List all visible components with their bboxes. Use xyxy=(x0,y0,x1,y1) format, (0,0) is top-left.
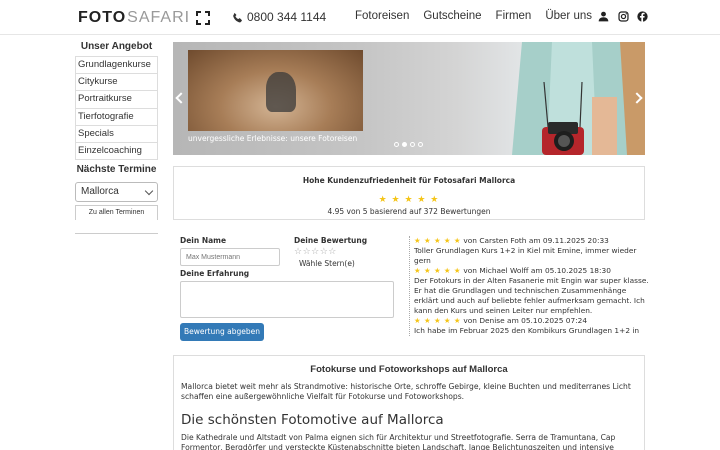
rating-input-stars[interactable]: ☆☆☆☆☆ xyxy=(294,247,337,257)
review-stars: ★ ★ ★ ★ ★ xyxy=(414,236,462,245)
elephant-photo xyxy=(188,50,363,131)
content-title: Fotokurse und Fotoworkshops auf Mallorca xyxy=(310,364,508,375)
rating-summary: Hohe Kundenzufriedenheit für Fotosafari … xyxy=(173,166,645,220)
all-dates-button[interactable]: Zu allen Terminen xyxy=(75,205,158,221)
main-nav: Fotoreisen Gutscheine Firmen Über uns xyxy=(355,10,592,22)
location-select[interactable]: Mallorca xyxy=(75,182,158,203)
sidebar: Unser Angebot Grundlagenkurse Citykurse … xyxy=(75,41,158,235)
name-input[interactable] xyxy=(180,248,280,266)
site-logo[interactable]: FOTO SAFARI xyxy=(78,9,211,27)
review-text: Ich habe im Februar 2025 den Kombikurs G… xyxy=(414,326,640,335)
review-form: Dein Name Deine Bewertung ☆☆☆☆☆ Wähle St… xyxy=(180,236,405,346)
slider-dot[interactable] xyxy=(394,142,399,147)
nav-item-firmen[interactable]: Firmen xyxy=(496,10,532,22)
photographer-image xyxy=(512,42,645,155)
sidebar-item-tierfotografie[interactable]: Tierfotografie xyxy=(75,108,158,126)
location-select-value: Mallorca xyxy=(81,186,119,198)
phone-number: 0800 344 1144 xyxy=(247,10,327,24)
review-meta: von Carsten Foth am 09.11.2025 20:33 xyxy=(463,236,609,245)
review-item: ★ ★ ★ ★ ★ von Denise am 05.10.2025 07:24… xyxy=(414,316,652,336)
nav-item-gutscheine[interactable]: Gutscheine xyxy=(423,10,481,22)
hero-slider[interactable]: unvergessliche Erlebnisse: unsere Fotore… xyxy=(173,42,645,155)
nav-item-ueber-uns[interactable]: Über uns xyxy=(545,10,592,22)
review-stars: ★ ★ ★ ★ ★ xyxy=(414,316,462,325)
slider-dot-active[interactable] xyxy=(402,142,407,147)
slider-prev-icon[interactable] xyxy=(175,92,187,104)
experience-label: Deine Erfahrung xyxy=(180,269,250,278)
content-box: Fotokurse und Fotoworkshops auf Mallorca… xyxy=(173,355,645,450)
sidebar-divider xyxy=(75,233,158,235)
phone-icon xyxy=(233,12,242,22)
chevron-down-icon xyxy=(144,186,154,196)
review-text: Der Fotokurs in der Alten Fasanerie mit … xyxy=(414,276,649,315)
logo-text-bold: FOTO xyxy=(78,9,127,26)
slider-dot[interactable] xyxy=(418,142,423,147)
slider-dot[interactable] xyxy=(410,142,415,147)
sidebar-title-offers: Unser Angebot xyxy=(80,41,153,52)
sidebar-item-grundlagenkurse[interactable]: Grundlagenkurse xyxy=(75,57,158,75)
phone-link[interactable]: 0800 344 1144 xyxy=(232,10,326,24)
content-paragraph: Die Kathedrale und Altstadt von Palma ei… xyxy=(181,433,616,450)
content-heading: Die schönsten Fotomotive auf Mallorca xyxy=(181,412,444,428)
facebook-icon[interactable] xyxy=(637,11,648,22)
sidebar-item-portraitkurse[interactable]: Portraitkurse xyxy=(75,91,158,109)
instagram-icon[interactable] xyxy=(618,11,629,22)
rating-hint: Wähle Stern(e) xyxy=(299,259,355,268)
sidebar-item-specials[interactable]: Specials xyxy=(75,125,158,143)
nav-item-fotoreisen[interactable]: Fotoreisen xyxy=(355,10,409,22)
review-list: ★ ★ ★ ★ ★ von Carsten Foth am 09.11.2025… xyxy=(409,236,652,336)
logo-text-light: SAFARI xyxy=(127,9,191,26)
name-label: Dein Name xyxy=(180,236,227,245)
sidebar-item-citykurse[interactable]: Citykurse xyxy=(75,74,158,92)
logo-frame-icon xyxy=(196,11,211,25)
slider-caption: unvergessliche Erlebnisse: unsere Fotore… xyxy=(188,134,358,143)
sidebar-title-dates: Nächste Termine xyxy=(76,164,157,176)
rating-summary-text: 4.95 von 5 basierend auf 372 Bewertungen xyxy=(327,207,491,216)
user-icon[interactable] xyxy=(598,11,609,22)
offer-list: Grundlagenkurse Citykurse Portraitkurse … xyxy=(75,56,158,161)
review-item: ★ ★ ★ ★ ★ von Michael Wolff am 05.10.202… xyxy=(414,266,652,316)
review-stars: ★ ★ ★ ★ ★ xyxy=(414,266,462,275)
rating-label: Deine Bewertung xyxy=(294,236,368,245)
elephant-silhouette xyxy=(266,72,296,112)
review-item: ★ ★ ★ ★ ★ von Carsten Foth am 09.11.2025… xyxy=(414,236,652,266)
submit-review-button[interactable]: Bewertung abgeben xyxy=(180,323,264,341)
slider-dots xyxy=(394,142,423,147)
review-meta: von Denise am 05.10.2025 07:24 xyxy=(463,316,588,325)
rating-summary-title: Hohe Kundenzufriedenheit für Fotosafari … xyxy=(302,176,516,185)
experience-textarea[interactable] xyxy=(180,281,394,318)
content-intro: Mallorca bietet weit mehr als Strandmoti… xyxy=(181,382,631,401)
review-text: Toller Grundlagen Kurs 1+2 in Kiel mit E… xyxy=(414,246,637,265)
sidebar-item-einzelcoaching[interactable]: Einzelcoaching xyxy=(75,142,158,161)
review-meta: von Michael Wolff am 05.10.2025 18:30 xyxy=(463,266,611,275)
rating-stars: ★ ★ ★ ★ ★ xyxy=(378,195,440,205)
site-header: FOTO SAFARI 0800 344 1144 Fotoreisen Gut… xyxy=(0,0,720,35)
